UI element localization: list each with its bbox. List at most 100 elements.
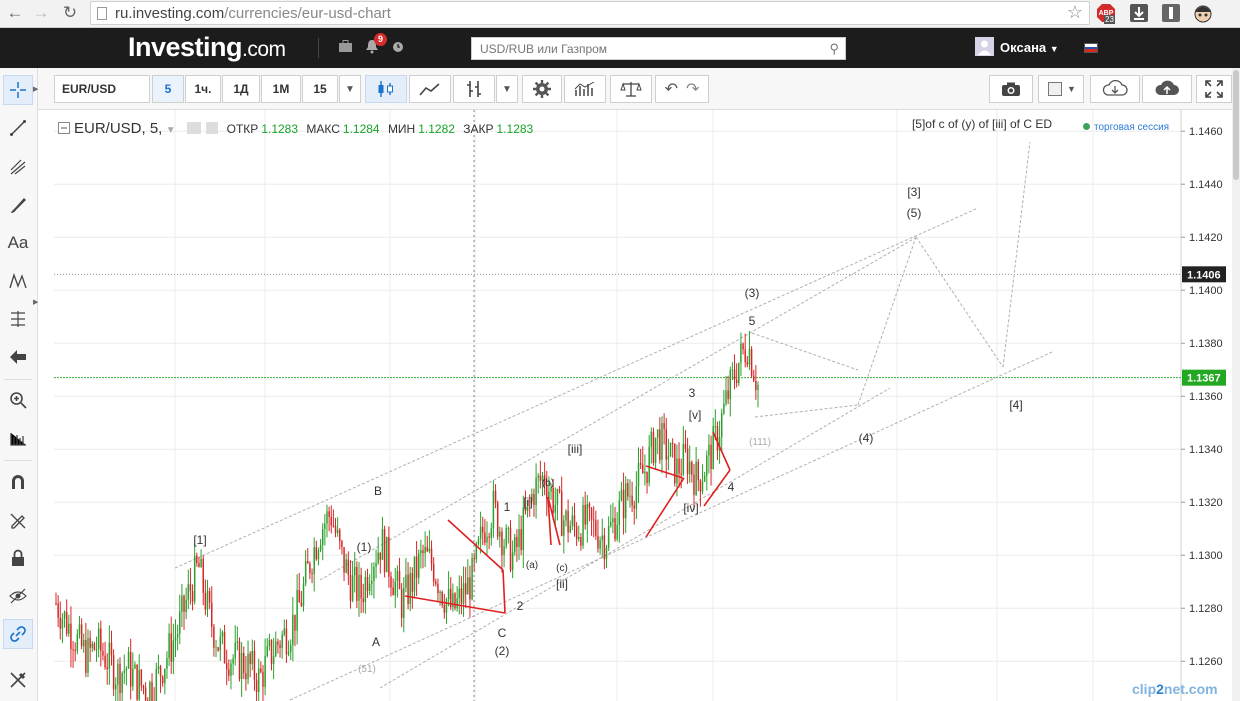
wave-guide-line bbox=[751, 332, 859, 371]
interval-1h-button[interactable]: 1ч. bbox=[185, 75, 221, 103]
candle-body bbox=[266, 646, 268, 656]
pitchfork-tool-icon[interactable] bbox=[3, 152, 33, 182]
adblock-icon[interactable]: ABP 23 bbox=[1096, 3, 1116, 24]
candle-body bbox=[642, 464, 644, 474]
download-icon[interactable] bbox=[1129, 3, 1149, 23]
candle-body bbox=[360, 574, 362, 599]
clock-icon[interactable] bbox=[392, 41, 404, 56]
lock-icon[interactable] bbox=[3, 543, 33, 573]
candle-body bbox=[447, 588, 450, 599]
remove-drawings-icon[interactable] bbox=[3, 665, 33, 695]
reload-icon[interactable]: ↻ bbox=[59, 1, 81, 25]
tool-expand-icon[interactable]: ▶ bbox=[33, 298, 38, 306]
scrollbar[interactable] bbox=[1232, 68, 1240, 701]
back-arrow-tool-icon[interactable] bbox=[3, 342, 33, 372]
interval-dropdown-icon[interactable]: ▼ bbox=[339, 75, 361, 103]
save-layout-button[interactable] bbox=[1142, 75, 1192, 103]
candle-body bbox=[161, 676, 164, 684]
snapshot-button[interactable] bbox=[989, 75, 1033, 103]
fullscreen-button[interactable] bbox=[1196, 75, 1232, 103]
candle-body bbox=[324, 523, 326, 530]
fibonacci-tool-icon[interactable] bbox=[3, 304, 33, 334]
candle-body bbox=[733, 369, 736, 380]
avatar[interactable] bbox=[975, 37, 994, 56]
measure-tool-icon[interactable] bbox=[3, 423, 33, 453]
candle-body bbox=[296, 589, 298, 631]
candle-body bbox=[654, 437, 657, 463]
pattern-tool-icon[interactable] bbox=[3, 266, 33, 296]
redo-icon[interactable]: ↷ bbox=[686, 79, 699, 99]
chart-type-dropdown-icon[interactable]: ▼ bbox=[496, 75, 518, 103]
candle-body bbox=[159, 666, 162, 677]
zoom-icon[interactable] bbox=[3, 385, 33, 415]
candle-body bbox=[650, 431, 653, 447]
pencil-lock-icon[interactable] bbox=[3, 505, 33, 535]
investing-logo[interactable]: Investing.com bbox=[128, 32, 286, 63]
address-bar[interactable]: ru.investing.com/currencies/eur-usd-char… bbox=[90, 1, 1090, 25]
candle-body bbox=[552, 487, 554, 513]
link-icon[interactable] bbox=[3, 619, 33, 649]
collapse-legend-icon[interactable] bbox=[58, 122, 70, 134]
candle-body bbox=[605, 547, 608, 560]
compare-button[interactable] bbox=[610, 75, 652, 103]
portfolio-icon[interactable] bbox=[338, 40, 353, 56]
candle-body bbox=[586, 503, 589, 525]
load-layout-button[interactable] bbox=[1090, 75, 1140, 103]
legend-dropdown-icon[interactable]: ▼ bbox=[166, 125, 176, 136]
search-input[interactable] bbox=[472, 38, 812, 59]
bookmark-star-icon[interactable]: ☆ bbox=[1067, 2, 1083, 23]
candle-body bbox=[72, 649, 74, 651]
russia-flag-icon[interactable] bbox=[1084, 43, 1098, 53]
candle-body bbox=[488, 536, 490, 538]
studies-button[interactable] bbox=[564, 75, 606, 103]
legend-high-label: МАКС bbox=[306, 122, 340, 136]
candle-body bbox=[377, 552, 379, 564]
scrollbar-thumb[interactable] bbox=[1233, 70, 1239, 180]
trading-session-indicator: торговая сессия bbox=[1083, 122, 1169, 133]
forward-icon[interactable]: → bbox=[30, 1, 52, 25]
candle-body bbox=[624, 483, 627, 519]
symbol-input[interactable]: EUR/USD bbox=[54, 75, 150, 103]
candle-body bbox=[729, 370, 732, 400]
candles-chart-type-button[interactable] bbox=[365, 75, 407, 103]
legend-eye-icon[interactable] bbox=[186, 122, 201, 134]
candle-body bbox=[123, 670, 126, 674]
candle-body bbox=[358, 574, 360, 601]
magnet-icon[interactable] bbox=[3, 467, 33, 497]
reader-icon[interactable] bbox=[1161, 3, 1181, 23]
brush-tool-icon[interactable] bbox=[3, 190, 33, 220]
indicator-button[interactable] bbox=[453, 75, 495, 103]
interval-15-button[interactable]: 15 bbox=[302, 75, 338, 103]
undo-icon[interactable]: ↶ bbox=[665, 79, 678, 99]
candle-body bbox=[279, 644, 281, 648]
candle-body bbox=[503, 546, 505, 556]
text-tool-icon[interactable]: Aa bbox=[3, 228, 33, 258]
candle-body bbox=[695, 461, 697, 495]
candle-body bbox=[221, 632, 224, 637]
chart-toolbar: EUR/USD 5 1ч. 1Д 1М 15 ▼ ▼ ↶ ↷ ▼ bbox=[38, 68, 1240, 110]
candle-body bbox=[253, 650, 256, 681]
candle-body bbox=[407, 574, 409, 604]
back-icon[interactable]: ← bbox=[4, 1, 26, 25]
candle-body bbox=[289, 645, 292, 652]
search-icon[interactable]: ⚲ bbox=[829, 41, 839, 57]
candle-body bbox=[121, 673, 123, 694]
user-menu[interactable]: Оксана ▼ bbox=[1000, 40, 1059, 55]
trendline-tool-icon[interactable] bbox=[3, 113, 33, 143]
wave-guide-line bbox=[379, 387, 891, 689]
interval-1m-button[interactable]: 1М bbox=[261, 75, 301, 103]
settings-button[interactable] bbox=[522, 75, 562, 103]
candle-body bbox=[456, 598, 458, 609]
candle-body bbox=[217, 647, 219, 651]
legend-settings-icon[interactable] bbox=[206, 122, 219, 134]
crosshair-tool-icon[interactable] bbox=[3, 75, 33, 105]
candle-body bbox=[452, 593, 454, 608]
candle-body bbox=[546, 485, 548, 500]
background-color-button[interactable]: ▼ bbox=[1038, 75, 1084, 103]
interval-5-button[interactable]: 5 bbox=[152, 75, 184, 103]
line-chart-type-button[interactable] bbox=[409, 75, 451, 103]
search-box[interactable]: ⚲ bbox=[471, 37, 846, 60]
profile-face-icon[interactable] bbox=[1193, 3, 1213, 23]
hide-eye-icon[interactable] bbox=[3, 581, 33, 611]
interval-1d-button[interactable]: 1Д bbox=[222, 75, 260, 103]
